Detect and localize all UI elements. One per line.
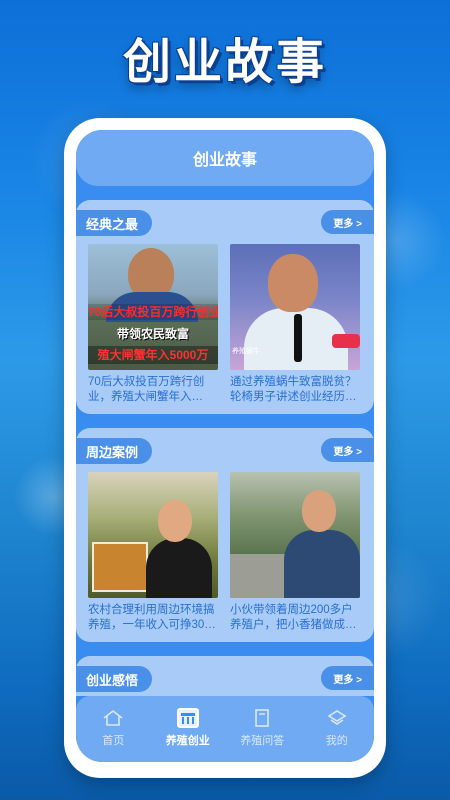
story-title[interactable]: 小伙带领着周边200多户养殖户，把小香猪做成… (230, 603, 360, 633)
tab-label: 养殖问答 (240, 735, 285, 747)
story-card[interactable]: 农村合理利用周边环境搞养殖，一年收入可挣30… (88, 472, 218, 633)
story-thumbnail[interactable]: 养殖蜗牛 (230, 244, 360, 370)
tab-farm-business[interactable]: 养殖创业 (158, 708, 218, 748)
section-insights: 创业感悟 更多 > (76, 656, 374, 696)
book-icon (255, 709, 270, 727)
tv-logo-icon (332, 334, 360, 348)
bottom-tab-bar: 首页 养殖创业 养殖问答 我的 (76, 696, 374, 762)
tab-home[interactable]: 首页 (83, 708, 143, 748)
tab-label: 养殖创业 (165, 735, 210, 747)
section-nearby: 周边案例 更多 > 农村合理利用周边环境搞养殖，一年收入可挣30… 小伙带领着周… (76, 428, 374, 642)
story-card[interactable]: 70后大叔投百万跨行创业 带领农民致富 殖大闸蟹年入5000万 70后大叔投百万… (88, 244, 218, 405)
app-screen: 创业故事 经典之最 更多 > 70后大叔投百万跨行创业 带领农民致富 殖大闸蟹年… (76, 130, 374, 762)
farm-icon (176, 708, 199, 728)
phone-frame: 创业故事 经典之最 更多 > 70后大叔投百万跨行创业 带领农民致富 殖大闸蟹年… (64, 118, 386, 778)
section-label: 周边案例 (76, 438, 153, 464)
tab-label: 首页 (102, 735, 125, 747)
story-thumbnail[interactable]: 70后大叔投百万跨行创业 带领农民致富 殖大闸蟹年入5000万 (88, 244, 218, 370)
more-button[interactable]: 更多 > (321, 666, 374, 690)
app-title: 创业故事 (192, 152, 257, 169)
tab-farm-qa[interactable]: 养殖问答 (232, 708, 292, 748)
tab-mine[interactable]: 我的 (307, 708, 367, 748)
story-thumbnail[interactable] (88, 472, 218, 598)
thumbnail-caption: 殖大闸蟹年入5000万 (88, 346, 218, 364)
section-label: 创业感悟 (76, 666, 153, 692)
microphone-icon (294, 314, 302, 362)
thumbnail-caption: 带领农民致富 (116, 327, 189, 341)
app-title-bar: 创业故事 (76, 130, 374, 186)
section-classic: 经典之最 更多 > 70后大叔投百万跨行创业 带领农民致富 殖大闸蟹年入5000… (76, 200, 374, 414)
story-title[interactable]: 通过养殖蜗牛致富脱贫？轮椅男子讲述创业经历… (230, 375, 360, 405)
story-card[interactable]: 养殖蜗牛 通过养殖蜗牛致富脱贫？轮椅男子讲述创业经历… (230, 244, 360, 405)
story-title[interactable]: 70后大叔投百万跨行创业，养殖大闸蟹年入… (88, 375, 218, 405)
promo-headline: 创业故事 (122, 34, 327, 90)
tab-label: 我的 (325, 735, 348, 747)
story-title[interactable]: 农村合理利用周边环境搞养殖，一年收入可挣30… (88, 603, 218, 633)
user-icon (327, 710, 347, 725)
home-icon (103, 709, 123, 726)
more-button[interactable]: 更多 > (321, 210, 374, 234)
thumbnail-caption: 70后大叔投百万跨行创业 (88, 304, 218, 320)
more-button[interactable]: 更多 > (321, 438, 374, 462)
section-label: 经典之最 (76, 210, 153, 236)
story-thumbnail[interactable] (230, 472, 360, 598)
story-card[interactable]: 小伙带领着周边200多户养殖户，把小香猪做成… (230, 472, 360, 633)
thumbnail-caption: 养殖蜗牛 (232, 348, 260, 355)
